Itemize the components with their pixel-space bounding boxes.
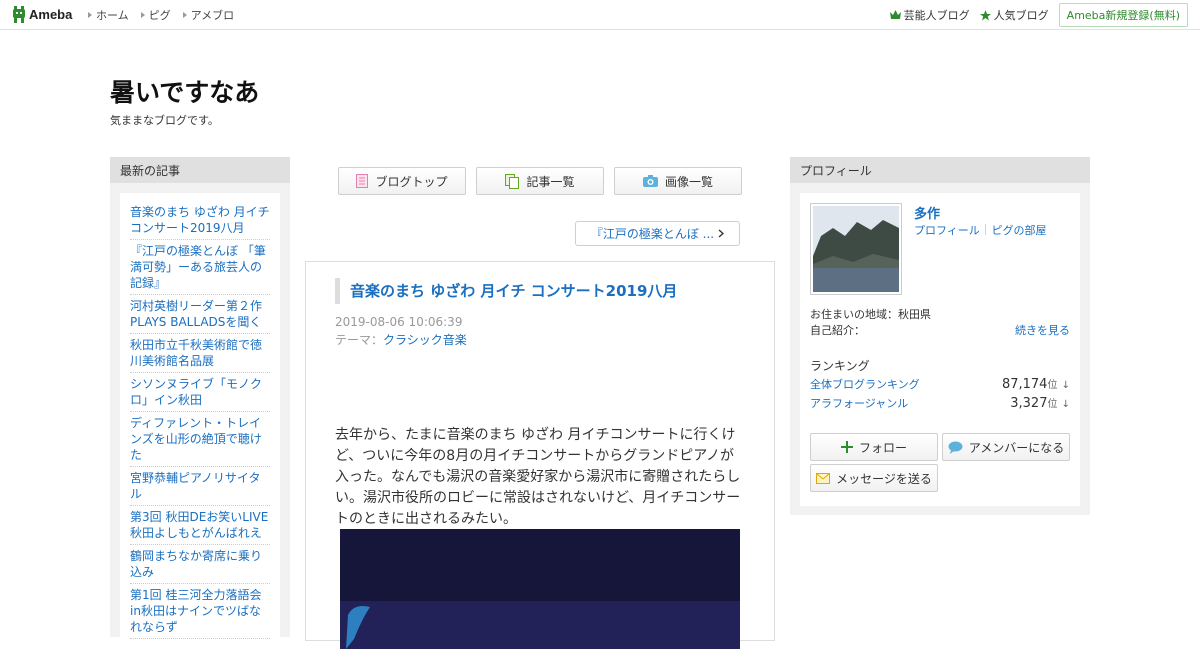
- register-button[interactable]: Ameba新規登録(無料): [1058, 3, 1188, 27]
- logo-text: Ameba: [29, 7, 73, 22]
- divider: |: [983, 222, 988, 235]
- recent-article-link[interactable]: 第1回 桂三河全力落語会in秋田はナインでツばなれならず: [130, 584, 270, 639]
- profile-heading: プロフィール: [790, 157, 1090, 183]
- previous-article-label: 『江戸の極楽とんぼ ...: [590, 227, 715, 241]
- crown-icon: [889, 10, 901, 19]
- ameba-mascot-icon: [13, 6, 25, 23]
- article-list-label: 記事一覧: [526, 174, 575, 189]
- ranking-value: 3,327位 ↓: [1010, 395, 1070, 411]
- ameba-logo[interactable]: Ameba: [12, 6, 72, 23]
- popular-blog-link[interactable]: 人気ブログ: [979, 7, 1049, 23]
- recent-article-link[interactable]: 河村英樹リーダー第２作 PLAYS BALLADSを聞く: [130, 295, 270, 334]
- genre-rank-number: 3,327: [1010, 396, 1048, 411]
- copy-icon: [505, 173, 520, 189]
- recent-articles-heading: 最新の記事: [110, 157, 290, 183]
- recent-article-link[interactable]: シソンヌライブ「モノクロ」イン秋田: [130, 373, 270, 412]
- article-photo: [340, 529, 740, 649]
- article: 音楽のまち ゆざわ 月イチ コンサート2019八月 2019-08-06 10:…: [305, 261, 775, 649]
- global-nav: ホーム ピグ アメブロ: [88, 0, 234, 30]
- triangle-right-icon: [182, 12, 187, 18]
- celebrity-blog-label: 芸能人ブログ: [903, 9, 970, 22]
- blog-tabs: ブログトップ 記事一覧 画像一覧: [338, 167, 742, 195]
- article-theme-label: テーマ：: [335, 333, 384, 347]
- nav-ameblo[interactable]: アメブロ: [182, 7, 235, 23]
- profile-avatar[interactable]: [810, 203, 902, 295]
- article-theme-link[interactable]: クラシック音楽: [383, 333, 467, 347]
- recent-article-link[interactable]: 音楽のまち ゆざわ 月イチコンサート2019八月: [130, 201, 270, 240]
- profile-links: プロフィール | ピグの部屋: [914, 222, 1047, 238]
- overall-ranking-link[interactable]: 全体ブログランキング: [810, 376, 920, 392]
- recent-article-link[interactable]: 鶴岡まちなか寄席に乗り込み: [130, 545, 270, 584]
- arrow-down-icon: ↓: [1061, 399, 1070, 410]
- plus-icon: [840, 441, 853, 453]
- read-more-link[interactable]: 続きを見る: [1015, 322, 1070, 338]
- recent-articles-box: 音楽のまち ゆざわ 月イチコンサート2019八月 『江戸の極楽とんぼ 「筆満可勢…: [120, 193, 280, 653]
- chevron-right-icon: [718, 229, 725, 238]
- ranking-value: 87,174位 ↓: [1002, 376, 1070, 392]
- image-list-button[interactable]: 画像一覧: [614, 167, 742, 195]
- nav-home-label: ホーム: [96, 9, 129, 22]
- pigg-room-link[interactable]: ピグの部屋: [992, 222, 1047, 238]
- profile-region: お住まいの地域：秋田県: [810, 308, 931, 321]
- profile-link[interactable]: プロフィール: [914, 222, 980, 238]
- overall-rank-number: 87,174: [1001, 377, 1048, 392]
- rank-unit: 位: [1047, 399, 1058, 410]
- previous-article-link[interactable]: 『江戸の極楽とんぼ ...: [575, 221, 740, 246]
- send-message-button[interactable]: メッセージを送る: [810, 464, 938, 492]
- genre-ranking-link[interactable]: アラフォージャンル: [810, 395, 908, 411]
- nav-pigg-label: ピグ: [148, 9, 171, 22]
- arrow-down-icon: ↓: [1061, 380, 1070, 391]
- nav-home[interactable]: ホーム: [88, 7, 129, 23]
- nav-pigg[interactable]: ピグ: [140, 7, 171, 23]
- article-date: 2019-08-06 10:06:39: [335, 315, 463, 329]
- blog-top-button[interactable]: ブログトップ: [338, 167, 466, 195]
- global-header: Ameba ホーム ピグ アメブロ 芸能人ブログ 人気ブログ Ameba新規登録…: [0, 0, 1200, 30]
- rank-unit: 位: [1047, 380, 1058, 391]
- article-body: 去年から、たまに音楽のまち ゆざわ 月イチコンサートに行くけど、ついに今年の8月…: [335, 427, 741, 527]
- star-icon: [979, 9, 991, 20]
- document-icon: [356, 174, 369, 188]
- blog-description: 気ままなブログです。: [110, 114, 219, 127]
- amember-label: アメンバーになる: [968, 440, 1065, 455]
- ranking-heading: ランキング: [810, 359, 870, 373]
- profile-box: 多作 プロフィール | ピグの部屋 お住まいの地域：秋田県 自己紹介： 続きを見…: [800, 193, 1080, 506]
- popular-blog-label: 人気ブログ: [993, 9, 1049, 22]
- header-right-links: 芸能人ブログ 人気ブログ Ameba新規登録(無料): [889, 0, 1188, 30]
- send-message-label: メッセージを送る: [836, 471, 932, 486]
- article-list-button[interactable]: 記事一覧: [476, 167, 604, 195]
- recent-article-link[interactable]: 第3回 秋田DEお笑いLIVE 秋田よしもとがんばれえ: [130, 506, 270, 545]
- follow-button[interactable]: フォロー: [810, 433, 938, 461]
- recent-article-link[interactable]: ディファレント・トレインズを山形の絶頂で聴けた: [130, 412, 270, 467]
- triangle-right-icon: [140, 12, 145, 18]
- recent-article-link[interactable]: 宮野恭輔ピアノリサイタル: [130, 467, 270, 506]
- recent-articles-list: 音楽のまち ゆざわ 月イチコンサート2019八月 『江戸の極楽とんぼ 「筆満可勢…: [130, 201, 270, 639]
- ranking-row: アラフォージャンル 3,327位 ↓: [810, 395, 1070, 411]
- amember-button[interactable]: アメンバーになる: [942, 433, 1070, 461]
- image-list-label: 画像一覧: [664, 174, 713, 189]
- profile-name[interactable]: 多作: [914, 203, 940, 222]
- article-title[interactable]: 音楽のまち ゆざわ 月イチ コンサート2019八月: [335, 278, 755, 304]
- article-theme: テーマ：クラシック音楽: [335, 331, 467, 348]
- article-image[interactable]: [340, 529, 740, 649]
- ranking-row: 全体ブログランキング 87,174位 ↓: [810, 376, 1070, 392]
- follow-label: フォロー: [858, 440, 907, 455]
- speech-bubble-icon: [948, 441, 963, 454]
- recent-article-link[interactable]: 『江戸の極楽とんぼ 「筆満可勢」ーある旅芸人の記録』: [130, 240, 270, 295]
- recent-article-link[interactable]: 秋田市立千秋美術館で徳川美術館名品展: [130, 334, 270, 373]
- nav-ameblo-label: アメブロ: [190, 9, 235, 22]
- envelope-icon: [816, 472, 831, 484]
- profile-panel: プロフィール 多作 プロフィール | ピグの部屋 お住まいの地域：秋田県 自己紹…: [790, 157, 1090, 515]
- avatar-image: [813, 206, 899, 292]
- blog-top-label: ブログトップ: [375, 174, 448, 189]
- camera-icon: [642, 175, 658, 187]
- profile-intro-label: 自己紹介：: [810, 324, 865, 337]
- celebrity-blog-link[interactable]: 芸能人ブログ: [889, 7, 970, 23]
- triangle-right-icon: [88, 12, 92, 18]
- recent-articles-panel: 最新の記事 音楽のまち ゆざわ 月イチコンサート2019八月 『江戸の極楽とんぼ…: [110, 157, 290, 653]
- blog-title[interactable]: 暑いですなあ: [110, 73, 259, 109]
